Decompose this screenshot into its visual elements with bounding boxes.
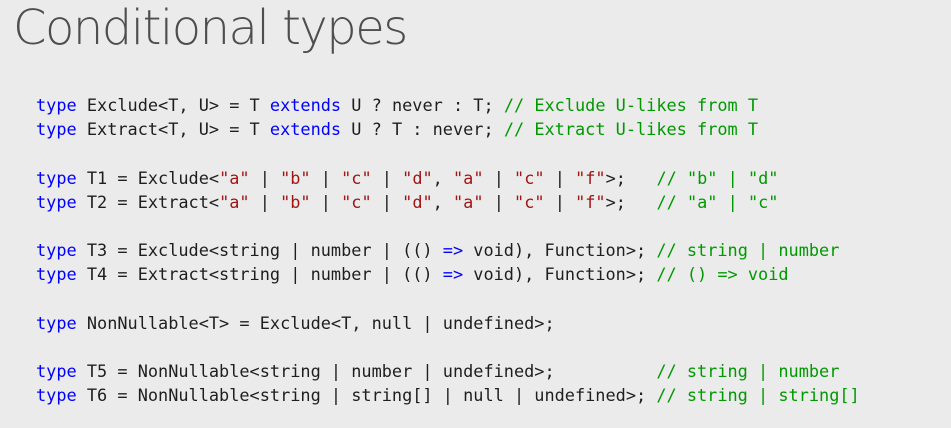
code-comment: // string | number bbox=[656, 361, 840, 382]
code-text: >; bbox=[605, 191, 657, 212]
code-line: type T6 = NonNullable<string | string[] … bbox=[36, 383, 860, 407]
code-string: "a" bbox=[219, 167, 250, 188]
code-line: type T4 = Extract<string | number | (() … bbox=[36, 262, 860, 286]
code-block: type Exclude<T, U> = T extends U ? never… bbox=[36, 93, 860, 408]
code-line: type T1 = Exclude<"a" | "b" | "c" | "d",… bbox=[36, 166, 860, 190]
code-keyword: type bbox=[36, 95, 77, 115]
code-line: type T2 = Extract<"a" | "b" | "c" | "d",… bbox=[36, 190, 860, 214]
code-string: "b" bbox=[280, 191, 311, 212]
code-string: "b" bbox=[280, 167, 311, 188]
code-string: "c" bbox=[514, 191, 545, 212]
code-text: Extract<T, U> = T bbox=[76, 119, 270, 140]
code-text: Exclude<T, U> = T bbox=[76, 95, 270, 115]
code-text: T5 = NonNullable<string | number | undef… bbox=[76, 361, 657, 382]
code-comment: // "b" | "d" bbox=[656, 167, 779, 188]
slide-title: Conditional types bbox=[13, 0, 408, 56]
code-keyword: => bbox=[442, 264, 464, 285]
code-text: | bbox=[544, 191, 576, 212]
code-line: type NonNullable<T> = Exclude<T, null | … bbox=[36, 311, 860, 335]
code-string: "d" bbox=[402, 191, 433, 212]
code-string: "f" bbox=[575, 191, 606, 212]
code-text: , bbox=[432, 191, 454, 212]
code-text: U ? T : never; bbox=[341, 119, 504, 140]
code-text: | bbox=[249, 191, 281, 212]
code-keyword: extends bbox=[269, 119, 342, 140]
code-text: U ? never : T; bbox=[341, 95, 504, 115]
code-line: type Extract<T, U> = T extends U ? T : n… bbox=[36, 117, 860, 141]
code-keyword: => bbox=[442, 240, 464, 261]
code-comment: // string | string[] bbox=[656, 385, 860, 406]
code-keyword: type bbox=[36, 191, 77, 212]
code-string: "a" bbox=[453, 191, 484, 212]
code-string: "f" bbox=[575, 167, 606, 188]
code-keyword: type bbox=[36, 385, 77, 406]
code-text: | bbox=[371, 167, 403, 188]
code-keyword: type bbox=[36, 119, 77, 140]
code-keyword: type bbox=[36, 167, 77, 188]
code-string: "c" bbox=[341, 167, 372, 188]
code-text: T3 = Exclude<string | number | (() bbox=[76, 240, 443, 261]
code-comment: // "a" | "c" bbox=[656, 191, 779, 212]
code-text: void), Function>; bbox=[463, 264, 657, 285]
code-keyword: type bbox=[36, 264, 77, 285]
code-string: "c" bbox=[341, 191, 372, 212]
code-string: "c" bbox=[514, 167, 545, 188]
code-text: | bbox=[310, 191, 342, 212]
code-keyword: type bbox=[36, 312, 77, 333]
code-text: | bbox=[371, 191, 403, 212]
code-text: >; bbox=[605, 167, 657, 188]
code-line: type Exclude<T, U> = T extends U ? never… bbox=[36, 93, 860, 117]
code-keyword: type bbox=[36, 240, 77, 261]
code-comment: // string | number bbox=[656, 240, 840, 261]
code-string: "a" bbox=[453, 167, 484, 188]
code-text: | bbox=[310, 167, 342, 188]
code-text: void), Function>; bbox=[463, 240, 657, 261]
code-text: | bbox=[544, 167, 576, 188]
code-comment: // Exclude U-likes from T bbox=[503, 95, 759, 115]
code-string: "a" bbox=[219, 191, 250, 212]
code-text: | bbox=[483, 167, 515, 188]
code-comment: // () => void bbox=[656, 264, 789, 285]
code-keyword: type bbox=[36, 361, 77, 382]
code-text: NonNullable<T> = Exclude<T, null | undef… bbox=[76, 312, 555, 333]
code-text: T4 = Extract<string | number | (() bbox=[76, 264, 443, 285]
slide: Conditional types type Exclude<T, U> = T… bbox=[0, 0, 951, 428]
code-string: "d" bbox=[402, 167, 433, 188]
code-comment: // Extract U-likes from T bbox=[503, 119, 759, 140]
code-text: , bbox=[432, 167, 454, 188]
code-text: | bbox=[483, 191, 515, 212]
code-line: type T3 = Exclude<string | number | (() … bbox=[36, 238, 860, 262]
code-line: type T5 = NonNullable<string | number | … bbox=[36, 359, 860, 383]
code-text: T1 = Exclude< bbox=[76, 167, 220, 188]
code-text: T6 = NonNullable<string | string[] | nul… bbox=[76, 385, 657, 406]
code-keyword: extends bbox=[269, 95, 342, 115]
code-text: | bbox=[249, 167, 281, 188]
code-text: T2 = Extract< bbox=[76, 191, 220, 212]
